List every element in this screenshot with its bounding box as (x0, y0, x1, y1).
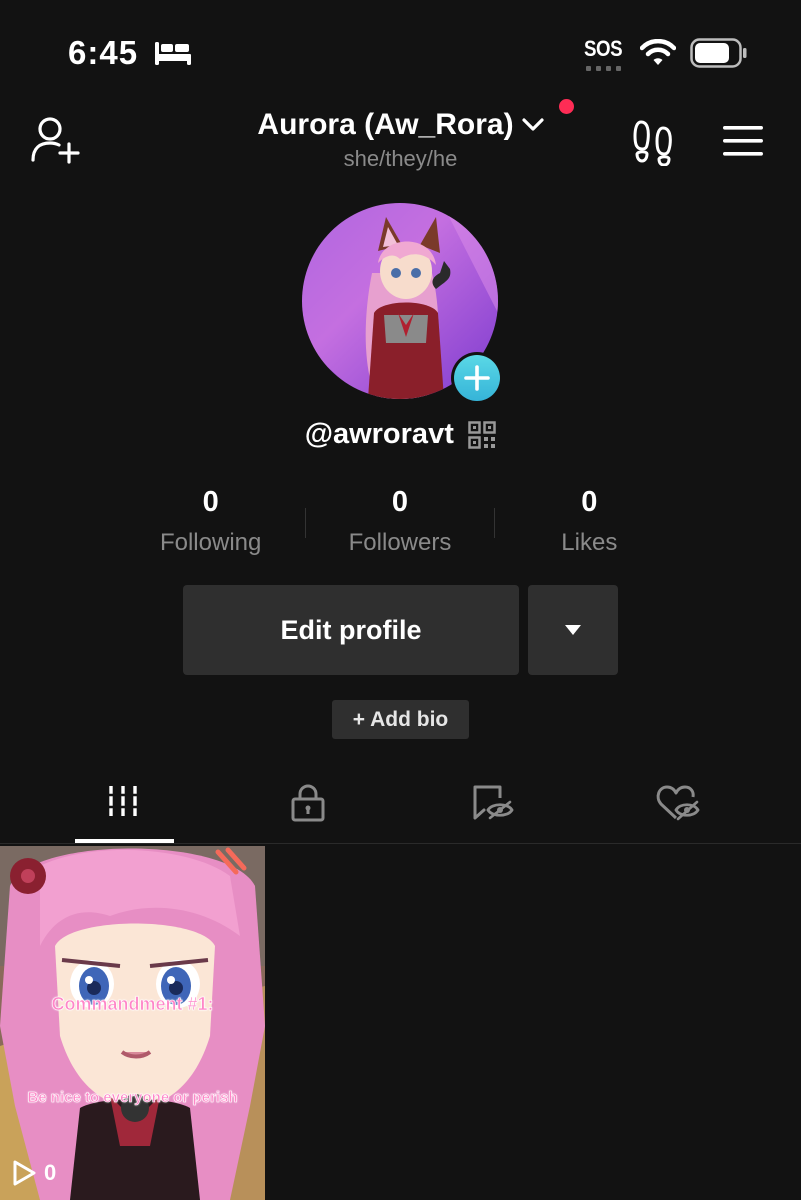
stat-value: 0 (202, 486, 219, 518)
video-thumbnail[interactable]: Commandment #1: Be nice to everyone or p… (0, 846, 265, 1200)
profile-stats: 0 Following 0 Followers 0 Likes (116, 486, 684, 557)
video-caption-line1: Commandment #1: (51, 994, 214, 1015)
stat-label: Following (159, 529, 262, 556)
play-icon (13, 1160, 36, 1186)
plus-icon (464, 365, 490, 391)
pronouns: she/they/he (343, 146, 458, 171)
qr-code-icon[interactable] (468, 420, 497, 449)
stat-label: Likes (561, 529, 618, 556)
footprint-icon[interactable] (630, 118, 676, 166)
video-caption-line2: Be nice to everyone or perish (27, 1089, 238, 1107)
sos-indicator: SOS (584, 36, 623, 61)
edit-profile-button[interactable]: Edit profile (183, 585, 519, 675)
notification-dot (558, 99, 574, 114)
add-avatar-button[interactable] (451, 352, 503, 404)
tab-liked[interactable] (586, 778, 771, 844)
menu-icon[interactable] (722, 124, 764, 158)
stat-value: 0 (581, 486, 598, 518)
bed-icon (155, 42, 191, 65)
status-time: 6:45 (68, 34, 139, 71)
tab-saved[interactable] (401, 778, 586, 844)
add-bio-button[interactable]: + Add bio (332, 700, 469, 739)
stat-divider (305, 508, 307, 538)
heart-eye-icon (657, 785, 700, 821)
stat-value: 0 (391, 486, 409, 518)
content-tabs (30, 778, 771, 844)
suggestions-dropdown-button[interactable] (528, 585, 618, 675)
signal-bars (586, 66, 621, 71)
view-count-text: 0 (44, 1160, 57, 1185)
triangle-down-icon (565, 625, 581, 635)
tab-private[interactable] (215, 778, 400, 844)
bookmark-eye-icon (473, 785, 514, 820)
stat-following[interactable]: 0 Following (116, 486, 305, 557)
stat-likes[interactable]: 0 Likes (495, 486, 684, 557)
video-thumbnail-image (0, 846, 265, 1200)
wifi-icon (640, 39, 676, 65)
display-name: Aurora (Aw_Rora) (257, 108, 514, 141)
grid-icon (106, 786, 139, 816)
account-switcher[interactable]: Aurora (Aw_Rora) (257, 99, 574, 142)
tab-videos[interactable] (30, 778, 215, 844)
tabs-divider (0, 843, 801, 844)
lock-icon (291, 784, 325, 822)
chevron-down-icon (521, 118, 544, 131)
stat-followers[interactable]: 0 Followers (305, 486, 495, 557)
stat-label: Followers (348, 529, 452, 556)
video-view-count: 0 (12, 1160, 56, 1186)
username: @awroravt (304, 418, 454, 450)
battery-icon (690, 38, 747, 68)
